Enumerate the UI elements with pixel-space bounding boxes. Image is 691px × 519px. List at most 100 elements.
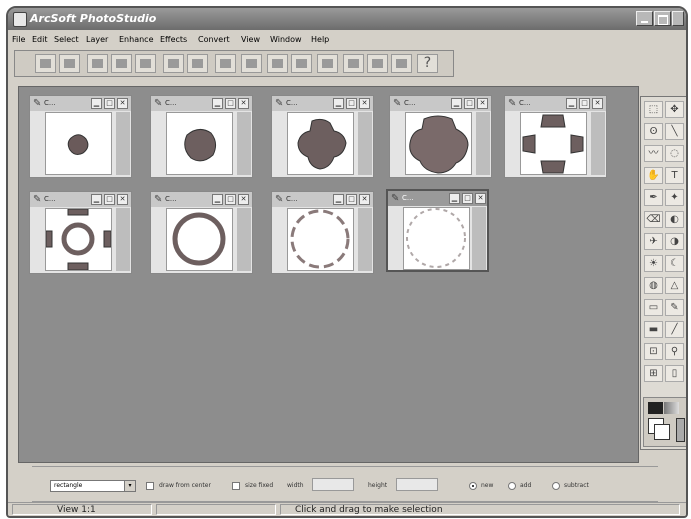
copy-icon[interactable] <box>215 54 236 73</box>
dodge-icon[interactable]: ☀ <box>644 255 663 272</box>
print-icon[interactable] <box>391 54 412 73</box>
vertical-scrollbar[interactable] <box>476 112 490 175</box>
text-icon[interactable]: T <box>665 167 684 184</box>
image-canvas[interactable] <box>45 112 112 175</box>
brush-icon[interactable] <box>111 54 132 73</box>
doc-maximize-button[interactable]: □ <box>104 194 115 205</box>
size-fixed-checkbox[interactable] <box>232 482 240 490</box>
doc-minimize-button[interactable]: ▁ <box>91 194 102 205</box>
add-radio[interactable] <box>508 482 516 490</box>
workspace[interactable]: ✎ C... ▁ □ ✕ ✎ C... ▁ □ ✕ ✎ C... ▁ □ ✕ ✎ C... ▁ □ ✕ … <box>18 86 639 463</box>
gradient-swatch[interactable] <box>664 402 679 414</box>
vertical-scrollbar[interactable] <box>591 112 605 175</box>
doc-minimize-button[interactable]: ▁ <box>333 194 344 205</box>
pen-tool-icon[interactable]: ✒ <box>644 189 663 206</box>
document-window[interactable]: ✎ C... ▁ □ ✕ <box>29 95 132 178</box>
menu-enhance[interactable]: Enhance <box>119 35 154 44</box>
doc-maximize-button[interactable]: □ <box>464 98 475 109</box>
vertical-scrollbar[interactable] <box>116 112 130 175</box>
menu-layer[interactable]: Layer <box>86 35 108 44</box>
doc-close-button[interactable]: ✕ <box>475 193 486 204</box>
doc-minimize-button[interactable]: ▁ <box>91 98 102 109</box>
width-field[interactable] <box>312 478 354 491</box>
shape-icon[interactable]: ▭ <box>644 299 663 316</box>
vertical-scrollbar[interactable] <box>116 208 130 271</box>
image-canvas[interactable] <box>166 208 233 271</box>
foreground-color-swatch[interactable] <box>648 402 663 414</box>
chevron-down-icon[interactable]: ▾ <box>124 481 135 491</box>
new-icon[interactable] <box>35 54 56 73</box>
document-window-active[interactable]: ✎ C... ▁ □ ✕ <box>386 189 489 272</box>
menu-view[interactable]: View <box>241 35 260 44</box>
eyedropper-icon[interactable]: ⚲ <box>665 343 684 360</box>
document-window[interactable]: ✎ C... ▁ □ ✕ <box>504 95 607 178</box>
doc-close-button[interactable]: ✕ <box>238 98 249 109</box>
draw-from-center-checkbox[interactable] <box>146 482 154 490</box>
doc-maximize-button[interactable]: □ <box>225 98 236 109</box>
document-window[interactable]: ✎ C... ▁ □ ✕ <box>389 95 492 178</box>
stamp-icon[interactable] <box>135 54 156 73</box>
redo-icon[interactable] <box>291 54 312 73</box>
document-window[interactable]: ✎ C... ▁ □ ✕ <box>271 95 374 178</box>
doc-minimize-button[interactable]: ▁ <box>566 98 577 109</box>
blur-icon[interactable]: ◑ <box>665 233 684 250</box>
image-canvas[interactable] <box>45 208 112 271</box>
eraser-icon[interactable]: ⌫ <box>644 211 663 228</box>
doc-minimize-button[interactable]: ▁ <box>333 98 344 109</box>
brush-tool-icon[interactable]: ✎ <box>665 299 684 316</box>
doc-maximize-button[interactable]: □ <box>579 98 590 109</box>
image-canvas[interactable] <box>287 208 354 271</box>
fill-icon[interactable]: ◐ <box>665 211 684 228</box>
doc-minimize-button[interactable]: ▁ <box>212 98 223 109</box>
rect-icon[interactable]: ▬ <box>644 321 663 338</box>
smudge-icon[interactable]: 〰 <box>644 145 663 162</box>
doc-close-button[interactable]: ✕ <box>238 194 249 205</box>
new-radio[interactable] <box>469 482 477 490</box>
wand-icon[interactable] <box>317 54 338 73</box>
scan-icon[interactable] <box>163 54 184 73</box>
burn-icon[interactable]: ☾ <box>665 255 684 272</box>
line-icon[interactable]: ╲ <box>665 123 684 140</box>
adjust-icon[interactable] <box>367 54 388 73</box>
subtract-radio[interactable] <box>552 482 560 490</box>
vertical-scrollbar[interactable] <box>237 112 251 175</box>
undo-icon[interactable] <box>267 54 288 73</box>
doc-minimize-button[interactable]: ▁ <box>449 193 460 204</box>
vertical-scrollbar[interactable] <box>358 208 372 271</box>
help-button[interactable]: ? <box>417 54 438 73</box>
doc-close-button[interactable]: ✕ <box>477 98 488 109</box>
wand-tool-icon[interactable]: ✦ <box>665 189 684 206</box>
color-slider[interactable] <box>676 418 685 442</box>
title-bar[interactable]: ArcSoft PhotoStudio <box>8 8 686 30</box>
menu-select[interactable]: Select <box>54 35 79 44</box>
swap-color-swatch[interactable] <box>654 424 670 440</box>
doc-close-button[interactable]: ✕ <box>117 98 128 109</box>
line-tool-icon[interactable]: ╱ <box>665 321 684 338</box>
doc-minimize-button[interactable]: ▁ <box>451 98 462 109</box>
image-canvas[interactable] <box>166 112 233 175</box>
vertical-scrollbar[interactable] <box>237 208 251 271</box>
menu-file[interactable]: File <box>12 35 25 44</box>
airbrush-icon[interactable]: ✈ <box>644 233 663 250</box>
paste-icon[interactable] <box>241 54 262 73</box>
image-canvas[interactable] <box>403 207 470 270</box>
sponge-icon[interactable]: ◍ <box>644 277 663 294</box>
image-canvas[interactable] <box>405 112 472 175</box>
lasso-icon[interactable]: ʘ <box>644 123 663 140</box>
doc-maximize-button[interactable]: □ <box>104 98 115 109</box>
app-icon[interactable] <box>13 12 27 27</box>
sharpen-icon[interactable]: △ <box>665 277 684 294</box>
doc-maximize-button[interactable]: □ <box>346 98 357 109</box>
document-window[interactable]: ✎ C... ▁ □ ✕ <box>150 95 253 178</box>
clone-icon[interactable]: ◌ <box>665 145 684 162</box>
image-canvas[interactable] <box>287 112 354 175</box>
doc-close-button[interactable]: ✕ <box>359 194 370 205</box>
vertical-scrollbar[interactable] <box>358 112 372 175</box>
open-icon[interactable] <box>59 54 80 73</box>
height-field[interactable] <box>396 478 438 491</box>
document-window[interactable]: ✎ C... ▁ □ ✕ <box>150 191 253 274</box>
enhance-icon[interactable] <box>343 54 364 73</box>
menu-effects[interactable]: Effects <box>160 35 187 44</box>
doc-maximize-button[interactable]: □ <box>225 194 236 205</box>
doc-minimize-button[interactable]: ▁ <box>212 194 223 205</box>
